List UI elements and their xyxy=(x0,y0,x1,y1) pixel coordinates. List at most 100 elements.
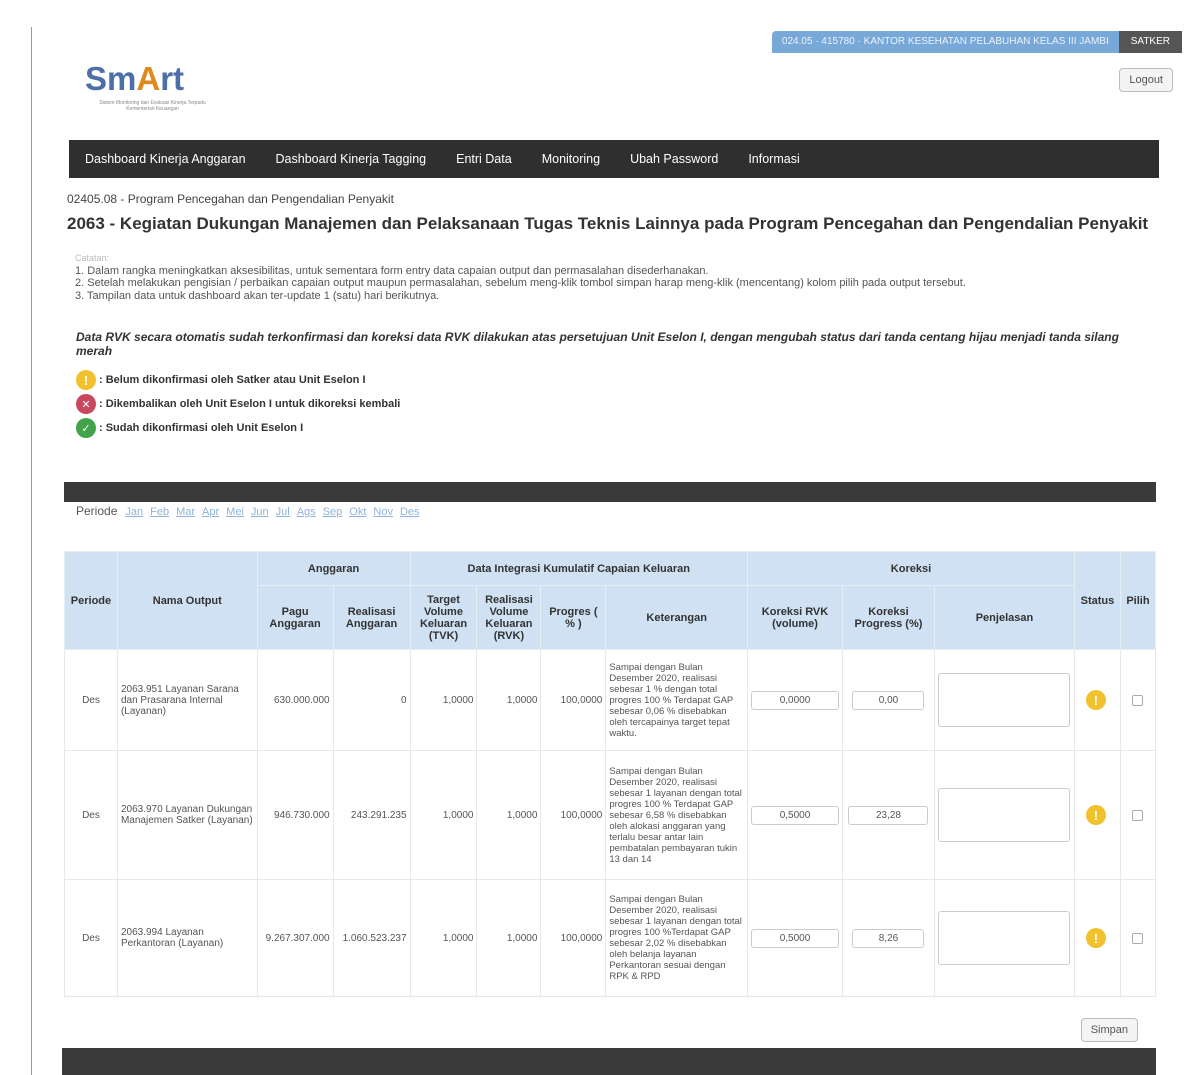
nav-monitoring[interactable]: Monitoring xyxy=(542,152,600,166)
nav-entri-data[interactable]: Entri Data xyxy=(456,152,512,166)
logo-suffix: rt xyxy=(160,60,185,97)
page-title: 2063 - Kegiatan Dukungan Manajemen dan P… xyxy=(67,214,1149,233)
logo-prefix: Sm xyxy=(85,60,137,97)
cell-target: 1,0000 xyxy=(409,879,478,997)
cell-periode: Des xyxy=(64,879,118,997)
cell-pagu: 630.000.000 xyxy=(256,649,334,751)
simpan-button[interactable]: Simpan xyxy=(1080,1018,1138,1042)
cell-rvk: 1,0000 xyxy=(476,879,542,997)
month-link-okt[interactable]: Okt xyxy=(349,504,366,518)
cell-progres: 100,0000 xyxy=(540,750,607,880)
notes: Catatan: 1. Dalam rangka meningkatkan ak… xyxy=(75,252,1155,302)
koreksi-rvk-input[interactable]: 0,5000 xyxy=(751,928,839,948)
legend-err-text: : Dikembalikan oleh Unit Eselon I untuk … xyxy=(99,398,401,410)
month-link-mar[interactable]: Mar xyxy=(176,504,195,518)
col-group-koreksi: Koreksi xyxy=(747,551,1075,586)
table-row: Des 2063.951 Layanan Sarana dan Prasaran… xyxy=(64,649,1157,751)
koreksi-progress-input[interactable]: 8,26 xyxy=(852,928,925,948)
legend-warn: ! : Belum dikonfirmasi oleh Satker atau … xyxy=(76,370,366,390)
cell-rvk: 1,0000 xyxy=(476,649,542,751)
nav-dashboard-kinerja-tagging[interactable]: Dashboard Kinerja Tagging xyxy=(276,152,427,166)
month-link-nov[interactable]: Nov xyxy=(373,504,393,518)
col-penjelasan: Penjelasan xyxy=(933,585,1075,650)
cell-progres: 100,0000 xyxy=(540,879,607,997)
koreksi-progress-input[interactable]: 0,00 xyxy=(852,690,925,710)
col-status: Status xyxy=(1073,551,1121,650)
month-link-feb[interactable]: Feb xyxy=(150,504,169,518)
cell-keterangan: Sampai dengan Bulan Desember 2020, reali… xyxy=(605,879,748,997)
table-row: Des 2063.994 Layanan Perkantoran (Layana… xyxy=(64,879,1157,997)
cell-nama-output: 2063.970 Layanan Dukungan Manajemen Satk… xyxy=(116,750,258,880)
legend-warn-text: : Belum dikonfirmasi oleh Satker atau Un… xyxy=(99,374,366,386)
col-progres: Progres ( % ) xyxy=(540,585,607,650)
koreksi-progress-input[interactable]: 23,28 xyxy=(848,805,929,825)
cell-keterangan: Sampai dengan Bulan Desember 2020, reali… xyxy=(605,649,748,751)
status-warning-icon: ! xyxy=(1085,690,1106,710)
month-link-apr[interactable]: Apr xyxy=(202,504,219,518)
cell-periode: Des xyxy=(64,649,118,751)
cell-target: 1,0000 xyxy=(409,750,478,880)
month-link-mei[interactable]: Mei xyxy=(226,504,244,518)
warning-icon: ! xyxy=(76,370,96,390)
status-warning-icon: ! xyxy=(1085,805,1106,825)
output-table: Periode Nama Output Anggaran Data Integr… xyxy=(64,551,1157,997)
nav-dashboard-kinerja-anggaran[interactable]: Dashboard Kinerja Anggaran xyxy=(85,152,246,166)
logout-button[interactable]: Logout xyxy=(1119,68,1173,92)
legend-ok: ✓ : Sudah dikonfirmasi oleh Unit Eselon … xyxy=(76,418,303,438)
nav-informasi[interactable]: Informasi xyxy=(748,152,799,166)
col-keterangan: Keterangan xyxy=(605,585,748,650)
col-target: Target Volume Keluaran (TVK) xyxy=(409,585,478,650)
penjelasan-textarea[interactable] xyxy=(938,673,1071,727)
penjelasan-textarea[interactable] xyxy=(938,788,1071,842)
pilih-checkbox[interactable] xyxy=(1132,932,1144,944)
month-link-jul[interactable]: Jul xyxy=(276,504,290,518)
check-icon: ✓ xyxy=(76,418,96,438)
col-group-integrasi: Data Integrasi Kumulatif Capaian Keluara… xyxy=(409,551,749,586)
program-subtitle: 02405.08 - Program Pencegahan dan Pengen… xyxy=(67,192,394,206)
cell-progres: 100,0000 xyxy=(540,649,607,751)
cell-pagu: 9.267.307.000 xyxy=(256,879,334,997)
status-warning-icon: ! xyxy=(1085,928,1106,948)
user-bar: 024.05 · 415780 · KANTOR KESEHATAN PELAB… xyxy=(771,31,1182,53)
role-badge[interactable]: SATKER xyxy=(1118,31,1182,53)
error-icon: ✕ xyxy=(76,394,96,414)
note-line: 1. Dalam rangka meningkatkan aksesibilit… xyxy=(75,264,709,277)
note-line: 2. Setelah melakukan pengisian / perbaik… xyxy=(75,277,966,289)
col-group-anggaran: Anggaran xyxy=(256,551,411,586)
pilih-checkbox[interactable] xyxy=(1132,694,1144,706)
col-koreksi-rvk: Koreksi RVK (volume) xyxy=(747,585,843,650)
cell-periode: Des xyxy=(64,750,118,880)
col-nama-output: Nama Output xyxy=(116,551,258,650)
col-rvk: Realisasi Volume Keluaran (RVK) xyxy=(476,585,542,650)
month-link-jun[interactable]: Jun xyxy=(251,504,269,518)
pilih-checkbox[interactable] xyxy=(1132,809,1144,821)
cell-keterangan: Sampai dengan Bulan Desember 2020, reali… xyxy=(605,750,748,880)
koreksi-rvk-input[interactable]: 0,0000 xyxy=(751,690,839,710)
cell-realisasi: 0 xyxy=(332,649,411,751)
month-link-sep[interactable]: Sep xyxy=(323,504,343,518)
month-link-jan[interactable]: Jan xyxy=(125,504,143,518)
col-periode: Periode xyxy=(64,551,118,650)
periode-selector: Periode Jan Feb Mar Apr Mei Jun Jul Ags … xyxy=(76,504,427,518)
col-pagu: Pagu Anggaran xyxy=(256,585,334,650)
penjelasan-textarea[interactable] xyxy=(938,911,1071,965)
col-pilih: Pilih xyxy=(1119,551,1157,650)
periode-label: Periode xyxy=(76,504,118,518)
panel-header-bar xyxy=(64,482,1156,502)
koreksi-rvk-input[interactable]: 0,5000 xyxy=(751,805,839,825)
month-link-ags[interactable]: Ags xyxy=(297,504,316,518)
month-link-des[interactable]: Des xyxy=(400,504,420,518)
cell-realisasi: 243.291.235 xyxy=(332,750,411,880)
logo-tagline: Sistem Monitoring dan Evaluasi Kinerja T… xyxy=(99,100,206,112)
nav-ubah-password[interactable]: Ubah Password xyxy=(630,152,718,166)
cell-nama-output: 2063.951 Layanan Sarana dan Prasarana In… xyxy=(116,649,258,751)
cell-realisasi: 1.060.523.237 xyxy=(332,879,411,997)
cell-nama-output: 2063.994 Layanan Perkantoran (Layanan) xyxy=(116,879,258,997)
col-realisasi: Realisasi Anggaran xyxy=(332,585,411,650)
cell-pagu: 946.730.000 xyxy=(256,750,334,880)
note-line: 3. Tampilan data untuk dashboard akan te… xyxy=(75,289,440,302)
notes-heading: Catatan: xyxy=(75,253,110,263)
satker-info: 024.05 · 415780 · KANTOR KESEHATAN PELAB… xyxy=(771,31,1119,53)
legend-ok-text: : Sudah dikonfirmasi oleh Unit Eselon I xyxy=(99,422,304,434)
smart-logo[interactable]: SmArt Sistem Monitoring dan Evaluasi Kin… xyxy=(85,60,225,130)
